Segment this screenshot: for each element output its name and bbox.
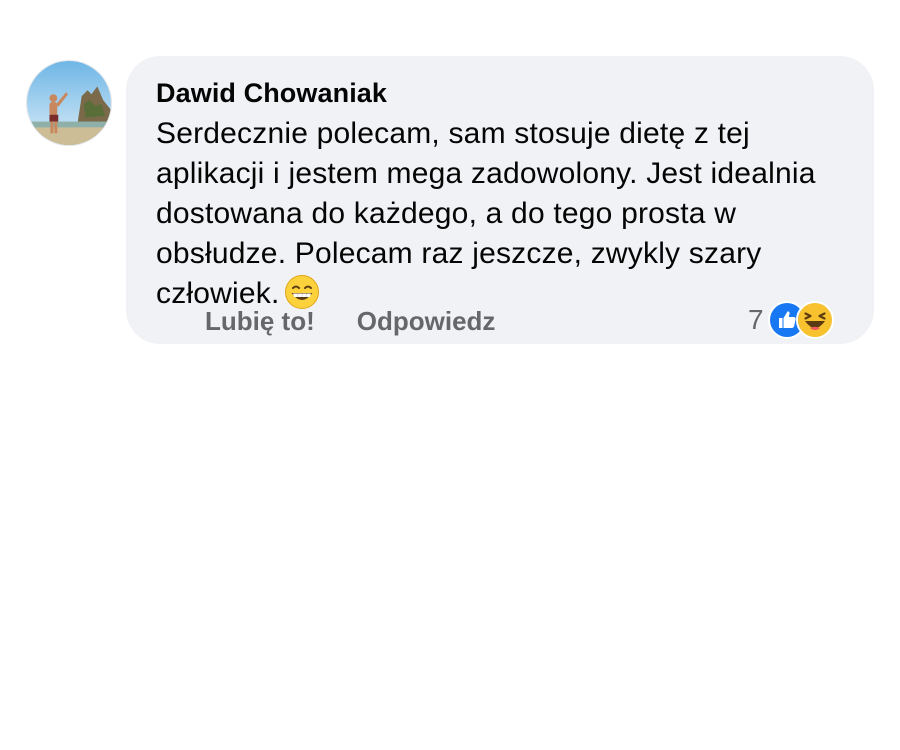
comment-text: Serdecznie polecam, sam stosuje dietę z …: [156, 117, 816, 310]
comment-actions: Lubię to! Odpowiedz: [205, 304, 537, 338]
haha-reaction-icon: [795, 301, 834, 339]
comment-body: Serdecznie polecam, sam stosuje dietę z …: [156, 114, 846, 314]
avatar-image: [27, 61, 111, 145]
reaction-count: 7: [748, 304, 764, 335]
reaction-summary[interactable]: 7: [748, 300, 834, 340]
comment-author[interactable]: Dawid Chowaniak: [156, 76, 846, 110]
like-button[interactable]: Lubię to!: [205, 306, 315, 336]
reply-button[interactable]: Odpowiedz: [357, 306, 496, 336]
avatar[interactable]: [26, 60, 112, 146]
